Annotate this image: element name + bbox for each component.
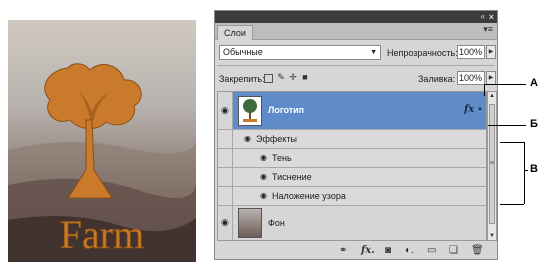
callout-line-a bbox=[484, 84, 526, 85]
collapse-icon[interactable]: « bbox=[481, 11, 485, 23]
blend-mode-select[interactable]: Обычные ▼ bbox=[219, 45, 381, 60]
callout-label-c: В bbox=[530, 163, 538, 175]
opacity-label: Непрозрачность: bbox=[387, 48, 458, 58]
callout-bracket-side bbox=[524, 142, 525, 204]
layer-name: Логотип bbox=[268, 105, 305, 115]
layer-list-scrollbar[interactable]: ▲ ≡ ▼ bbox=[487, 91, 497, 241]
visibility-toggle[interactable]: ◉ bbox=[218, 92, 233, 129]
farm-landscape-image: Farm bbox=[8, 20, 196, 262]
callout-line-b bbox=[488, 125, 526, 126]
visibility-toggle[interactable]: ◉ bbox=[218, 206, 233, 240]
farm-logo-text: Farm bbox=[60, 212, 144, 257]
visibility-cell bbox=[218, 187, 233, 205]
fill-slider-button[interactable]: ▶ bbox=[486, 71, 496, 85]
lock-label: Закрепить: bbox=[219, 74, 265, 84]
lock-brush-icon[interactable]: ✎ bbox=[276, 72, 286, 82]
farm-artwork: Farm bbox=[8, 20, 196, 262]
new-layer-icon[interactable]: ❏ bbox=[449, 245, 458, 257]
effects-header-row[interactable]: ◉ Эффекты bbox=[218, 130, 486, 149]
callout-line-a-vertical bbox=[484, 84, 485, 96]
adjustment-icon[interactable]: ◐. bbox=[405, 245, 414, 257]
panel-titlebar: « × bbox=[215, 11, 497, 23]
eye-icon[interactable]: ◉ bbox=[260, 153, 267, 162]
effect-label: Тиснение bbox=[272, 172, 312, 182]
effects-header-label: Эффекты bbox=[256, 134, 297, 144]
eye-icon[interactable]: ◉ bbox=[244, 134, 251, 143]
layer-row-logo[interactable]: ◉ Логотип fx ▲ bbox=[218, 92, 486, 130]
visibility-cell bbox=[218, 149, 233, 167]
effect-row[interactable]: ◉ Тень bbox=[218, 149, 486, 168]
layer-thumbnail bbox=[238, 208, 262, 238]
mask-icon[interactable]: ◙ bbox=[385, 245, 391, 257]
effect-label: Тень bbox=[272, 153, 292, 163]
eye-icon[interactable]: ◉ bbox=[260, 191, 267, 200]
callout-label-a: А bbox=[530, 77, 538, 89]
eye-icon[interactable]: ◉ bbox=[260, 172, 267, 181]
fx-icon[interactable]: fx bbox=[464, 104, 474, 115]
opacity-field[interactable]: 100% bbox=[457, 45, 485, 59]
lock-transparency-icon[interactable] bbox=[264, 74, 273, 83]
opacity-slider-button[interactable]: ▶ bbox=[486, 45, 496, 59]
scroll-thumb[interactable]: ≡ bbox=[489, 104, 495, 224]
effect-row[interactable]: ◉ Наложение узора bbox=[218, 187, 486, 206]
dropdown-arrow-icon: ▼ bbox=[370, 49, 377, 56]
fill-field[interactable]: 100% bbox=[457, 71, 485, 85]
callout-bracket-tick bbox=[524, 170, 528, 171]
effect-row[interactable]: ◉ Тиснение bbox=[218, 168, 486, 187]
lock-fill-row: Закрепить: ✎ ✛ ■ Заливка: 100% ▶ bbox=[215, 68, 497, 88]
layer-row-background[interactable]: ◉ Фон bbox=[218, 206, 486, 240]
layers-panel: « × Слои ▾≡ Обычные ▼ Непрозрачность: 10… bbox=[214, 10, 498, 260]
layer-thumbnail bbox=[238, 96, 262, 126]
lock-move-icon[interactable]: ✛ bbox=[288, 72, 298, 82]
layer-list: ◉ Логотип fx ▲ ◉ Эффекты ◉ Тень ◉ Тиснен… bbox=[217, 91, 487, 241]
expand-effects-icon[interactable]: ▲ bbox=[477, 106, 483, 112]
callout-bracket-top bbox=[500, 142, 524, 143]
layer-name: Фон bbox=[268, 218, 285, 228]
scroll-down-icon[interactable]: ▼ bbox=[489, 233, 495, 239]
eye-icon[interactable]: ◉ bbox=[221, 105, 229, 116]
panel-tabbar: Слои ▾≡ bbox=[215, 23, 497, 40]
eye-icon[interactable]: ◉ bbox=[221, 217, 229, 228]
divider bbox=[217, 65, 495, 66]
visibility-cell bbox=[218, 168, 233, 186]
trash-icon[interactable]: 🗑 bbox=[471, 245, 484, 257]
callout-bracket-bottom bbox=[500, 204, 524, 205]
fx-icon[interactable]: fx. bbox=[361, 245, 375, 257]
group-folder-icon[interactable]: ▭ bbox=[427, 245, 436, 257]
grip-icon: ≡ bbox=[490, 160, 495, 167]
lock-all-icon[interactable]: ■ bbox=[300, 72, 310, 82]
close-icon[interactable]: × bbox=[489, 11, 494, 23]
tab-layers[interactable]: Слои bbox=[217, 25, 253, 40]
blend-opacity-row: Обычные ▼ Непрозрачность: 100% ▶ bbox=[215, 42, 497, 62]
visibility-cell bbox=[218, 130, 233, 148]
blend-mode-value: Обычные bbox=[223, 47, 263, 57]
link-icon[interactable]: ⚭ bbox=[339, 245, 347, 257]
callout-label-b: Б bbox=[530, 118, 538, 130]
panel-bottom-bar: ⚭ fx. ◙ ◐. ▭ ❏ 🗑 bbox=[215, 243, 497, 259]
tab-layers-label: Слои bbox=[224, 28, 246, 38]
panel-menu-icon[interactable]: ▾≡ bbox=[483, 24, 493, 35]
effect-label: Наложение узора bbox=[272, 191, 346, 201]
fill-label: Заливка: bbox=[418, 74, 456, 84]
scroll-up-icon[interactable]: ▲ bbox=[489, 93, 495, 99]
